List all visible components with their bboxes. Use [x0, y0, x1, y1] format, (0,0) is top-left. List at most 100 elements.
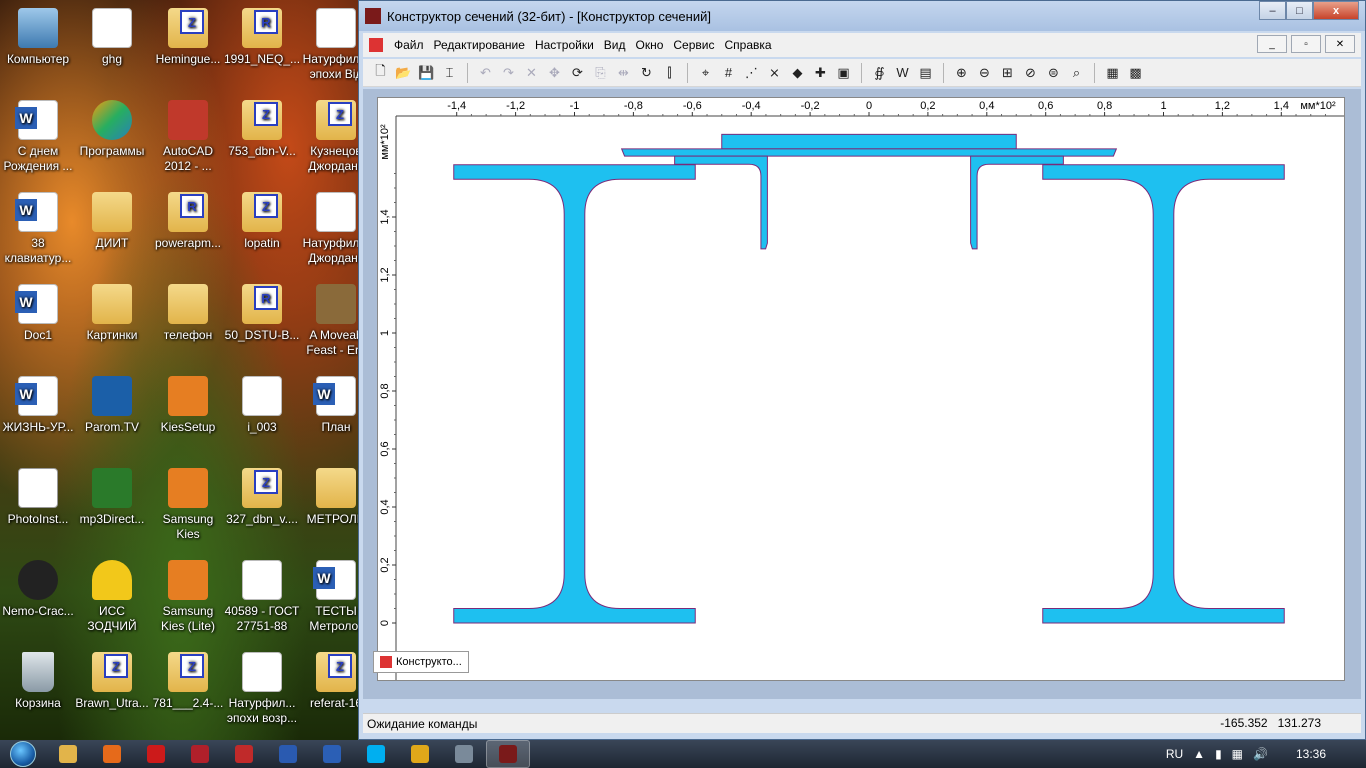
grid-icon[interactable]: # [719, 63, 738, 82]
calc-icon[interactable]: ▣ [834, 63, 853, 82]
w-icon[interactable]: W [893, 63, 912, 82]
start-button[interactable] [0, 740, 46, 768]
report-icon[interactable]: ▩ [1126, 63, 1145, 82]
redo-icon[interactable]: ↷ [499, 63, 518, 82]
desktop-icon[interactable]: Samsung Kies [150, 468, 226, 542]
menu-item[interactable]: Окно [631, 38, 669, 52]
open-icon[interactable]: 📂 [394, 63, 413, 82]
zoom-in-icon[interactable]: ⊕ [952, 63, 971, 82]
zoom-fit-icon[interactable]: ⊜ [1044, 63, 1063, 82]
mdi-minimize-button[interactable]: _ [1257, 35, 1287, 53]
app-window[interactable]: Конструктор сечений (32-бит) - [Конструк… [358, 0, 1366, 740]
desktop-icon[interactable]: С днем Рождения ... [0, 100, 76, 174]
desktop-icon[interactable]: 50_DSTU-B... [224, 284, 300, 343]
zoom-all-icon[interactable]: ⌕ [1067, 63, 1086, 82]
desktop-icon[interactable]: Hemingue... [150, 8, 226, 67]
section-drawing-canvas[interactable]: -1,4 -1,2 -1 -0,8 -0,6 -0,4 -0,2 0 0,2 0,4 0,6 0,8 1… [378, 98, 1344, 680]
menu-item[interactable]: Вид [599, 38, 631, 52]
language-indicator[interactable]: RU [1166, 747, 1183, 761]
desktop-icon[interactable]: ghg [74, 8, 150, 67]
menu-item[interactable]: Файл [389, 38, 429, 52]
taskbar-app[interactable] [486, 740, 530, 768]
rotate-icon[interactable]: ⟳ [568, 63, 587, 82]
menu-item[interactable]: Справка [719, 38, 776, 52]
desktop-icon[interactable]: Doc1 [0, 284, 76, 343]
usb-icon[interactable]: ▮ [1215, 747, 1222, 761]
menu-item[interactable]: Редактирование [429, 38, 530, 52]
desktop-icon[interactable]: Натурфил... эпохи возр... [224, 652, 300, 726]
desktop-icon[interactable]: Brawn_Utra... [74, 652, 150, 711]
move-icon[interactable]: ✥ [545, 63, 564, 82]
taskbar-app[interactable] [46, 740, 90, 768]
desktop-icon[interactable]: powerapm... [150, 192, 226, 251]
desktop-icon[interactable]: Корзина [0, 652, 76, 711]
desktop-icon[interactable]: 753_dbn-V... [224, 100, 300, 159]
menu-item[interactable]: Сервис [668, 38, 719, 52]
desktop-icon[interactable]: Parom.TV [74, 376, 150, 435]
cross-icon[interactable]: ⨯ [765, 63, 784, 82]
desktop-icon[interactable]: i_003 [224, 376, 300, 435]
title-bar[interactable]: Конструктор сечений (32-бит) - [Конструк… [359, 1, 1365, 31]
taskbar-app[interactable] [354, 740, 398, 768]
menu-item[interactable]: Настройки [530, 38, 599, 52]
refresh-icon[interactable]: ↻ [637, 63, 656, 82]
desktop-icon[interactable]: lopatin [224, 192, 300, 251]
desktop-icon[interactable]: Компьютер [0, 8, 76, 67]
taskbar-app[interactable] [222, 740, 266, 768]
desktop-icon[interactable]: ИСС ЗОДЧИЙ [74, 560, 150, 634]
desktop-icon[interactable]: телефон [150, 284, 226, 343]
tray-expand-icon[interactable]: ▲ [1193, 747, 1205, 761]
desktop-icon[interactable]: 40589 - ГОСТ 27751-88 [224, 560, 300, 634]
undo-icon[interactable]: ↶ [476, 63, 495, 82]
section-icon[interactable]: ⫿ [660, 63, 679, 82]
zoom-out-icon[interactable]: ⊖ [975, 63, 994, 82]
point-icon[interactable]: ◆ [788, 63, 807, 82]
layout-icon[interactable]: ▦ [1103, 63, 1122, 82]
mdi-close-button[interactable]: ✕ [1325, 35, 1355, 53]
desktop-icon[interactable]: 327_dbn_v.... [224, 468, 300, 527]
desktop-icon[interactable]: AutoCAD 2012 - ... [150, 100, 226, 174]
tab-section-builder[interactable]: Конструкто... [373, 651, 469, 673]
nodes-icon[interactable]: ⋰ [742, 63, 761, 82]
desktop-icon[interactable]: KiesSetup [150, 376, 226, 435]
mirror-icon[interactable]: ⇹ [614, 63, 633, 82]
plus-icon[interactable]: ✚ [811, 63, 830, 82]
palette-icon[interactable]: ▤ [916, 63, 935, 82]
taskbar-app[interactable] [398, 740, 442, 768]
taskbar-app[interactable] [442, 740, 486, 768]
desktop-icon[interactable]: 1991_NEQ_... [224, 8, 300, 67]
desktop-icon[interactable]: 38 клавиатур... [0, 192, 76, 266]
desktop-icon[interactable]: ЖИЗНЬ-УР... [0, 376, 76, 435]
document-menu-icon[interactable] [369, 38, 383, 52]
desktop-icon[interactable]: ДИИТ [74, 192, 150, 251]
desktop-icon[interactable]: Samsung Kies (Lite) [150, 560, 226, 634]
desktop-icon[interactable]: Nemo-Crac... [0, 560, 76, 619]
stress-icon[interactable]: ∯ [870, 63, 889, 82]
minimize-button[interactable]: – [1259, 1, 1286, 20]
desktop-icon[interactable]: mp3Direct... [74, 468, 150, 527]
copy-icon[interactable]: ⎘ [591, 63, 610, 82]
taskbar-app[interactable] [134, 740, 178, 768]
taskbar-app[interactable] [178, 740, 222, 768]
desktop-icon[interactable]: Картинки [74, 284, 150, 343]
new-icon[interactable]: 🗋 [371, 63, 390, 82]
desktop-icon[interactable]: PhotoInst... [0, 468, 76, 527]
close-button[interactable]: x [1313, 1, 1359, 20]
zoom-window-icon[interactable]: ⊞ [998, 63, 1017, 82]
save-icon[interactable]: 💾 [417, 63, 436, 82]
delete-icon[interactable]: ✕ [522, 63, 541, 82]
desktop-icon[interactable]: Программы [74, 100, 150, 159]
desktop-icon[interactable]: 781___2.4-... [150, 652, 226, 711]
mdi-restore-button[interactable]: ▫ [1291, 35, 1321, 53]
taskbar-app[interactable] [266, 740, 310, 768]
clock[interactable]: 13:36 [1296, 747, 1326, 761]
drawing-window[interactable]: -1,4 -1,2 -1 -0,8 -0,6 -0,4 -0,2 0 0,2 0,4 0,6 0,8 1… [377, 97, 1345, 681]
network-tray-icon[interactable]: ▦ [1232, 747, 1243, 761]
snap-icon[interactable]: ⌖ [696, 63, 715, 82]
maximize-button[interactable]: □ [1286, 1, 1313, 20]
taskbar-app[interactable] [310, 740, 354, 768]
volume-icon[interactable]: 🔊 [1253, 747, 1268, 761]
taskbar-app[interactable] [90, 740, 134, 768]
zoom-prev-icon[interactable]: ⊘ [1021, 63, 1040, 82]
properties-icon[interactable]: ⌶ [440, 63, 459, 82]
